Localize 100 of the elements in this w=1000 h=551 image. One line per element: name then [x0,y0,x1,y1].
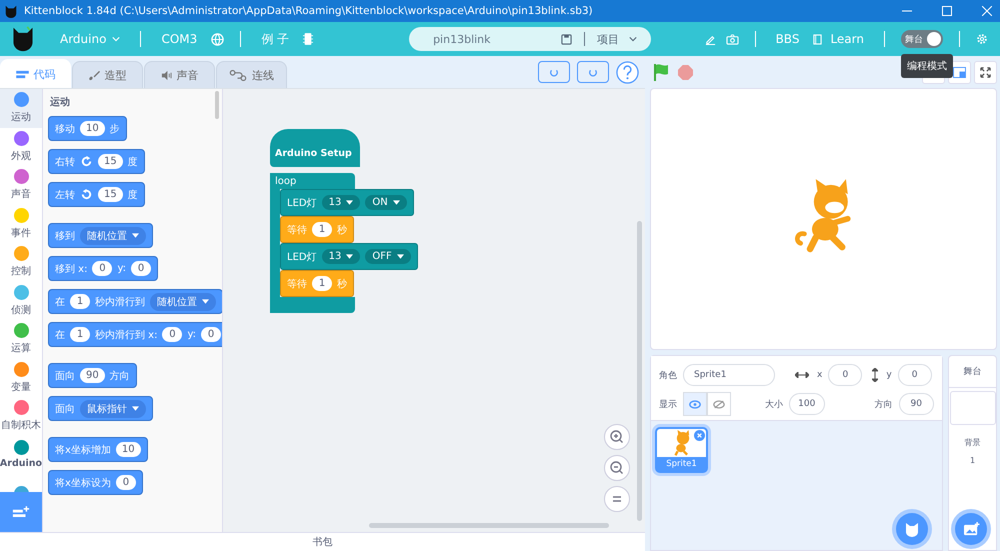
hat-block[interactable]: Arduino Setup [270,129,360,167]
category-item[interactable]: 声音 [0,166,42,204]
hide-button[interactable] [707,392,731,416]
redo-button[interactable] [577,61,609,83]
field-label: 方向 [874,398,892,410]
dropdown-menu[interactable]: 13 [322,249,360,264]
sprite-name: Sprite1 [657,457,706,471]
maximize-icon[interactable] [942,6,952,16]
number-input[interactable]: 10 [116,442,141,457]
x-field[interactable]: 0 [828,364,862,386]
size-field[interactable]: 100 [789,393,824,415]
fullscreen-button[interactable] [974,60,997,84]
number-input[interactable]: 0 [201,327,222,342]
dropdown-menu[interactable]: 鼠标指针 [80,400,146,418]
help-icon[interactable] [616,60,639,84]
mode-toggle[interactable]: 舞台 [901,30,943,48]
add-backdrop-button[interactable] [955,513,987,545]
field-label: 显示 [659,398,677,410]
category-item[interactable]: 侦测 [0,282,42,320]
number-input[interactable]: 15 [98,154,123,169]
camera-icon[interactable] [726,34,739,44]
dropdown-menu[interactable]: 13 [322,195,360,210]
direction-field[interactable]: 90 [898,393,934,415]
show-button[interactable] [683,392,707,416]
zoom-out-icon[interactable] [604,455,630,481]
number-input[interactable]: 1 [70,294,90,309]
number-input[interactable]: 0 [92,261,112,276]
loop-block[interactable]: loop LED灯 13 ON 等待 1 秒 LED灯 13 OFF 等待 1 秒 [270,173,418,313]
motion-block[interactable]: 移到 x: 0 y: 0 [48,256,158,281]
pencil-icon[interactable] [704,34,716,44]
scrollbar[interactable] [637,221,642,521]
block-label: 方向 [110,370,130,382]
motion-block[interactable]: 移到 随机位置 [48,223,153,248]
led-block[interactable]: LED灯 13 ON [280,189,414,216]
stage-panel-title: 舞台 [949,356,996,388]
close-icon[interactable] [982,6,992,16]
settings-icon[interactable] [976,33,988,45]
scrollbar[interactable] [215,91,219,119]
editor-tab[interactable]: 造型 [72,61,143,88]
scrollbar[interactable] [369,523,609,528]
block-label: 步 [110,122,120,136]
number-input[interactable]: 15 [98,187,123,202]
number-input[interactable]: 1 [312,222,332,237]
motion-block[interactable]: 移动 10 步 [48,116,127,141]
motion-block[interactable]: 右转 15 度 [48,149,145,174]
number-input[interactable]: 0 [162,327,182,342]
editor-tab[interactable]: 连线 [216,61,287,88]
project-name[interactable]: pin13blink [431,32,556,46]
speaker-icon [160,70,172,80]
cat-logo-icon [4,4,18,18]
number-input[interactable]: 0 [131,261,152,276]
sprite-name-field[interactable]: Sprite1 [683,364,775,386]
block-label: Arduino Setup [275,148,352,159]
category-item[interactable]: 运算 [0,320,42,358]
stop-icon[interactable] [678,64,693,80]
globe-icon[interactable] [211,32,224,46]
caret-icon [392,200,400,205]
backdrop-thumbnail[interactable] [950,391,996,425]
number-input[interactable]: 1 [70,327,90,342]
chip-icon[interactable] [303,32,314,46]
motion-block[interactable]: 将x坐标设为 0 [48,470,143,495]
undo-button[interactable] [538,61,570,83]
zoom-reset-icon[interactable] [604,486,630,512]
flag-icon[interactable] [653,63,669,81]
add-extension-button[interactable] [0,492,42,532]
category-item[interactable]: Arduino [0,436,42,474]
number-input[interactable]: 90 [80,368,105,383]
motion-block[interactable]: 面向 鼠标指针 [48,396,153,421]
category-item[interactable]: 外观 [0,128,42,166]
y-field[interactable]: 0 [898,364,932,386]
wait-block[interactable]: 等待 1 秒 [280,216,354,243]
led-block[interactable]: LED灯 13 OFF [280,243,418,270]
delete-icon[interactable] [694,430,705,441]
book-icon[interactable] [813,34,822,44]
category-item[interactable]: 运动 [0,89,42,128]
number-input[interactable]: 10 [80,121,105,136]
save-icon[interactable] [561,34,572,44]
number-input[interactable]: 0 [116,475,136,490]
category-item[interactable]: 事件 [0,204,42,243]
motion-block[interactable]: 在 1 秒内滑行到 x: 0 y: 0 [48,322,222,347]
motion-block[interactable]: 在 1 秒内滑行到 随机位置 [48,289,222,314]
block-label: 度 [128,188,138,202]
add-sprite-button[interactable] [896,513,928,545]
zoom-in-icon[interactable] [604,424,630,450]
motion-block[interactable]: 面向 90 方向 [48,363,137,388]
dropdown-menu[interactable]: OFF [365,249,411,264]
wait-block[interactable]: 等待 1 秒 [280,270,354,297]
field-label: 大小 [765,398,783,410]
category-item[interactable]: 变量 [0,358,42,397]
backpack-bar[interactable]: 书包 [0,532,645,551]
dropdown-menu[interactable]: 随机位置 [150,292,216,310]
project-menu[interactable]: 项目 [597,32,638,46]
editor-tab[interactable]: 声音 [144,61,215,88]
category-item[interactable]: 自制积木 [0,397,42,436]
motion-block[interactable]: 将x坐标增加 10 [48,437,148,462]
category-item[interactable]: 控制 [0,243,42,282]
dropdown-menu[interactable]: 随机位置 [80,226,146,244]
number-input[interactable]: 1 [312,276,332,291]
motion-block[interactable]: 左转 15 度 [48,182,145,207]
dropdown-menu[interactable]: ON [365,195,407,210]
